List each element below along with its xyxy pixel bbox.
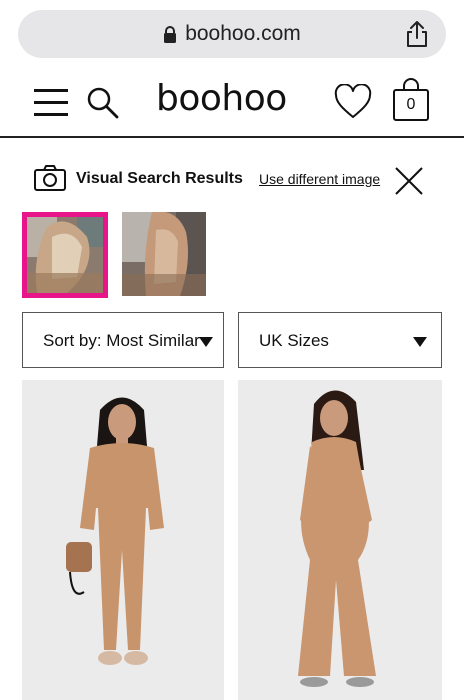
search-image-thumbnail-selected[interactable] (22, 212, 108, 298)
search-icon[interactable] (86, 86, 120, 120)
heart-icon[interactable] (334, 84, 372, 120)
search-image (27, 217, 103, 293)
address-bar[interactable]: boohoo.com (18, 10, 446, 58)
search-image-thumbnail[interactable] (122, 212, 206, 296)
product-image (238, 380, 442, 700)
size-select-label: UK Sizes (259, 331, 329, 350)
bag-button[interactable]: 0 (392, 78, 430, 122)
visual-search-header: Visual Search Results Use different imag… (0, 156, 464, 206)
dropdown-arrow-icon (199, 337, 213, 347)
use-different-image-link[interactable]: Use different image (259, 171, 380, 187)
url-text: boohoo.com (185, 22, 301, 45)
product-image (22, 380, 224, 700)
close-icon[interactable] (394, 166, 424, 196)
sort-select-label: Sort by: Most Similar (43, 331, 200, 350)
product-card[interactable] (238, 380, 442, 700)
dropdown-arrow-icon (413, 337, 427, 347)
bag-count: 0 (406, 96, 416, 113)
camera-icon (34, 165, 66, 191)
menu-icon[interactable] (34, 86, 68, 118)
sort-select[interactable]: Sort by: Most Similar (22, 312, 224, 368)
browser-toolbar: boohoo.com (0, 0, 464, 66)
site-logo[interactable]: boohoo (156, 78, 287, 119)
search-image (122, 212, 206, 296)
site-header: boohoo 0 (0, 66, 464, 138)
share-icon[interactable] (404, 20, 430, 48)
size-select[interactable]: UK Sizes (238, 312, 442, 368)
product-card[interactable] (22, 380, 224, 700)
visual-search-title: Visual Search Results (76, 170, 243, 187)
lock-icon (164, 25, 177, 43)
